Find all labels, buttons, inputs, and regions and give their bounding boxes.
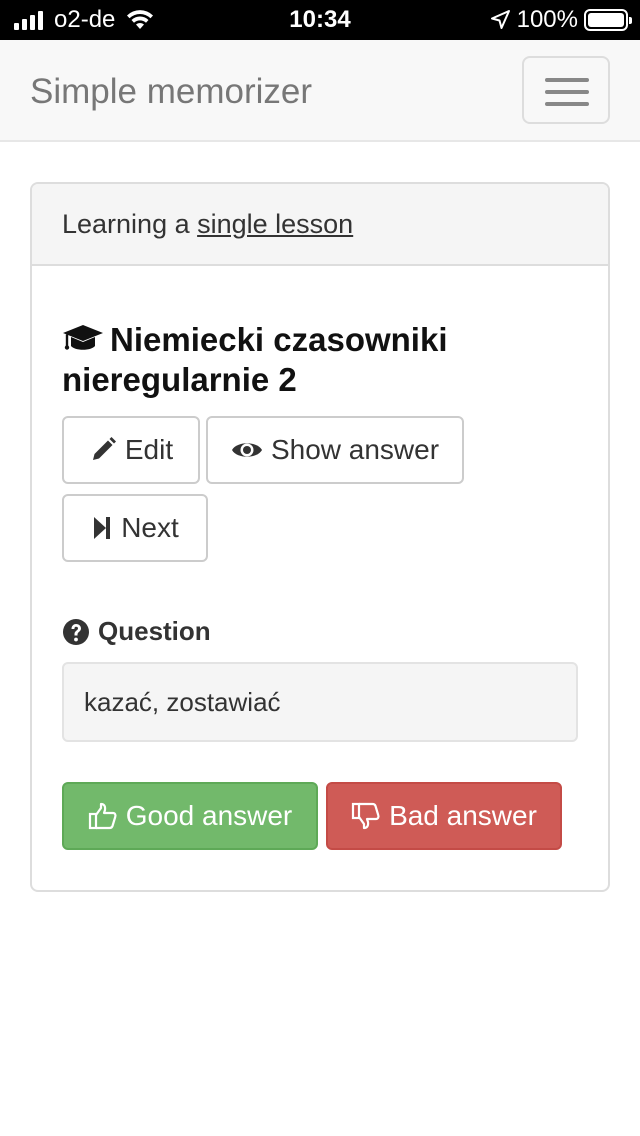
- show-answer-label: Show answer: [270, 434, 440, 465]
- pencil-icon: [92, 437, 116, 460]
- eye-icon: [231, 443, 262, 457]
- thumbs-up-icon: [88, 802, 117, 830]
- status-right: 100%: [489, 0, 632, 40]
- hamburger-line: [545, 102, 589, 106]
- lesson-panel: Learning a single lesson Niemiecki czaso…: [30, 182, 610, 892]
- location-arrow-icon: [490, 10, 510, 29]
- edit-button[interactable]: Edit: [62, 416, 200, 484]
- battery-icon: [584, 9, 632, 31]
- hamburger-line: [545, 90, 589, 94]
- bad-answer-label: Bad answer: [389, 800, 537, 831]
- panel-heading: Learning a single lesson: [32, 184, 608, 266]
- good-answer-button[interactable]: Good answer: [62, 782, 318, 850]
- bad-answer-button[interactable]: Bad answer: [326, 782, 562, 850]
- question-label: Question: [98, 616, 211, 646]
- question-heading: Question: [62, 616, 211, 647]
- edit-button-label: Edit: [124, 434, 174, 465]
- heading-prefix: Learning a: [62, 209, 198, 239]
- brand-title[interactable]: Simple memorizer: [30, 72, 312, 112]
- good-answer-label: Good answer: [125, 800, 293, 831]
- single-lesson-link[interactable]: single lesson: [197, 209, 353, 239]
- navbar: Simple memorizer: [0, 40, 640, 142]
- show-answer-button[interactable]: Show answer: [206, 416, 464, 484]
- step-forward-icon: [94, 517, 111, 539]
- question-circle-icon: [63, 618, 89, 645]
- menu-toggle-button[interactable]: [522, 56, 610, 124]
- status-bar: o2-de 10:34 100%: [0, 0, 640, 40]
- battery-percent: 100%: [516, 6, 578, 33]
- hamburger-menu-icon: [545, 78, 589, 82]
- thumbs-down-icon: [351, 802, 380, 830]
- next-button-label: Next: [121, 512, 179, 543]
- lesson-title-text: Niemiecki czasowniki nieregularnie 2: [62, 321, 448, 398]
- lesson-title: Niemiecki czasowniki nieregularnie 2: [62, 320, 582, 400]
- question-text: kazać, zostawiać: [62, 662, 578, 742]
- next-button[interactable]: Next: [62, 494, 208, 562]
- graduation-cap-icon: [63, 325, 103, 350]
